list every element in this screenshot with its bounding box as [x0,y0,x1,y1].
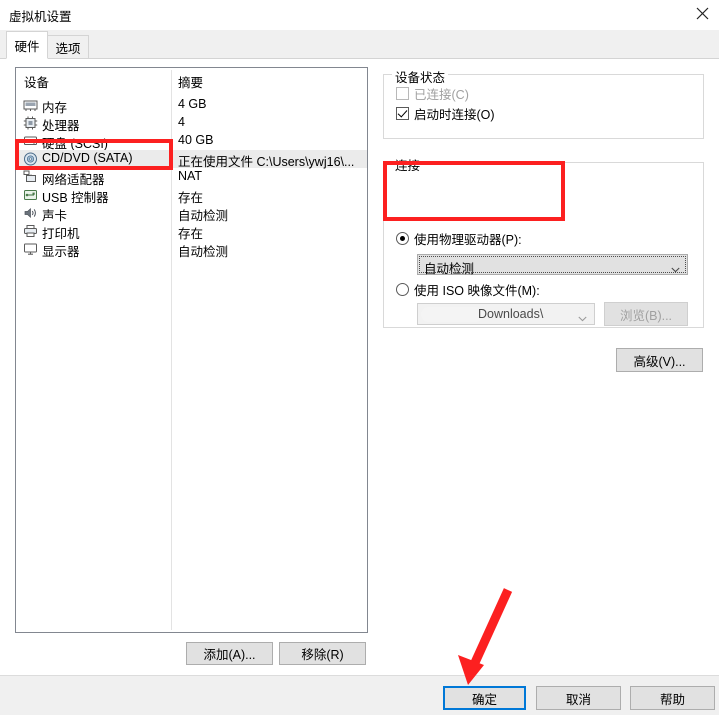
device-row-processor[interactable]: 处理器 4 [16,114,367,133]
cd-dvd-icon [23,152,38,166]
usb-icon [23,188,38,202]
tab-strip: 硬件 选项 [0,30,719,59]
device-summary: 4 [178,115,185,129]
tab-options[interactable]: 选项 [47,35,89,59]
cancel-button[interactable]: 取消 [536,686,621,710]
connected-checkbox-label: 已连接(C) [414,88,469,102]
sound-icon [23,206,38,220]
display-icon [23,242,38,256]
ok-button-label: 确定 [471,692,497,707]
device-label: CD/DVD (SATA) [42,151,133,165]
column-header-device: 设备 [24,76,50,90]
connected-checkbox[interactable]: 已连接(C) [396,84,469,103]
browse-button[interactable]: 浏览(B)... [604,302,688,326]
use-physical-drive-radio[interactable]: 使用物理驱动器(P): [396,229,522,248]
checkbox-box [396,87,409,100]
add-device-label: 添加(A)... [203,648,256,662]
checkbox-box [396,107,409,120]
device-list[interactable]: 设备 摘要 内存 4 GB 处理器 4 硬盘 (SCSI) 40 GB CD/D… [15,67,368,633]
help-button-label: 帮助 [659,692,685,707]
column-header-summary: 摘要 [178,76,204,90]
connection-title: 连接 [392,155,424,174]
close-icon [696,7,709,20]
redaction-overlay [421,307,483,322]
window-title: 虚拟机设置 [9,10,72,24]
physical-drive-combobox[interactable]: 自动检测 [417,254,688,276]
harddisk-icon [23,134,38,148]
close-button[interactable] [686,0,719,27]
use-iso-image-label: 使用 ISO 映像文件(M): [414,284,540,298]
network-icon [23,170,38,184]
device-row-printer[interactable]: 打印机 存在 [16,222,367,241]
radio-box [396,283,409,296]
device-row-display[interactable]: 显示器 自动检测 [16,240,367,259]
chevron-down-icon [671,262,680,272]
tab-hardware-label: 硬件 [14,39,40,54]
printer-icon [23,224,38,238]
use-physical-drive-label: 使用物理驱动器(P): [414,233,522,247]
advanced-button-label: 高级(V)... [633,354,686,369]
title-bar: 虚拟机设置 [0,0,719,30]
tab-hardware[interactable]: 硬件 [6,31,48,59]
advanced-button[interactable]: 高级(V)... [616,348,703,372]
iso-path-value: Downloads\ [478,307,544,321]
connect-at-power-on-label: 启动时连接(O) [414,108,495,122]
connect-at-power-on-checkbox[interactable]: 启动时连接(O) [396,104,495,123]
browse-button-label: 浏览(B)... [619,308,673,323]
cpu-icon [23,116,38,130]
device-row-memory[interactable]: 内存 4 GB [16,96,367,115]
remove-device-button[interactable]: 移除(R) [279,642,366,665]
device-summary: 4 GB [178,97,207,111]
device-row-sound-card[interactable]: 声卡 自动检测 [16,204,367,223]
physical-drive-value: 自动检测 [424,262,475,276]
remove-device-label: 移除(R) [301,648,344,662]
device-summary: 40 GB [178,133,214,147]
use-iso-image-radio[interactable]: 使用 ISO 映像文件(M): [396,280,540,299]
device-row-network-adapter[interactable]: 网络适配器 NAT [16,168,367,187]
radio-box [396,232,409,245]
device-row-usb-controller[interactable]: USB 控制器 存在 [16,186,367,205]
cancel-button-label: 取消 [565,692,591,707]
device-summary: NAT [178,169,203,183]
device-list-header: 设备 摘要 [16,68,367,90]
settings-content-pane: 设备 摘要 内存 4 GB 处理器 4 硬盘 (SCSI) 40 GB CD/D… [0,58,719,675]
device-summary: 自动检测 [178,245,229,259]
memory-icon [23,98,38,112]
device-row-harddisk[interactable]: 硬盘 (SCSI) 40 GB [16,132,367,151]
ok-button[interactable]: 确定 [443,686,526,710]
help-button[interactable]: 帮助 [630,686,715,710]
device-row-cd-dvd[interactable]: CD/DVD (SATA) 正在使用文件 C:\Users\ywj16\... [16,150,367,169]
device-label: 显示器 [42,245,80,259]
iso-path-combobox[interactable]: Downloads\ [417,303,595,325]
chevron-down-icon [578,311,587,322]
add-device-button[interactable]: 添加(A)... [186,642,273,665]
tab-options-label: 选项 [55,42,81,56]
